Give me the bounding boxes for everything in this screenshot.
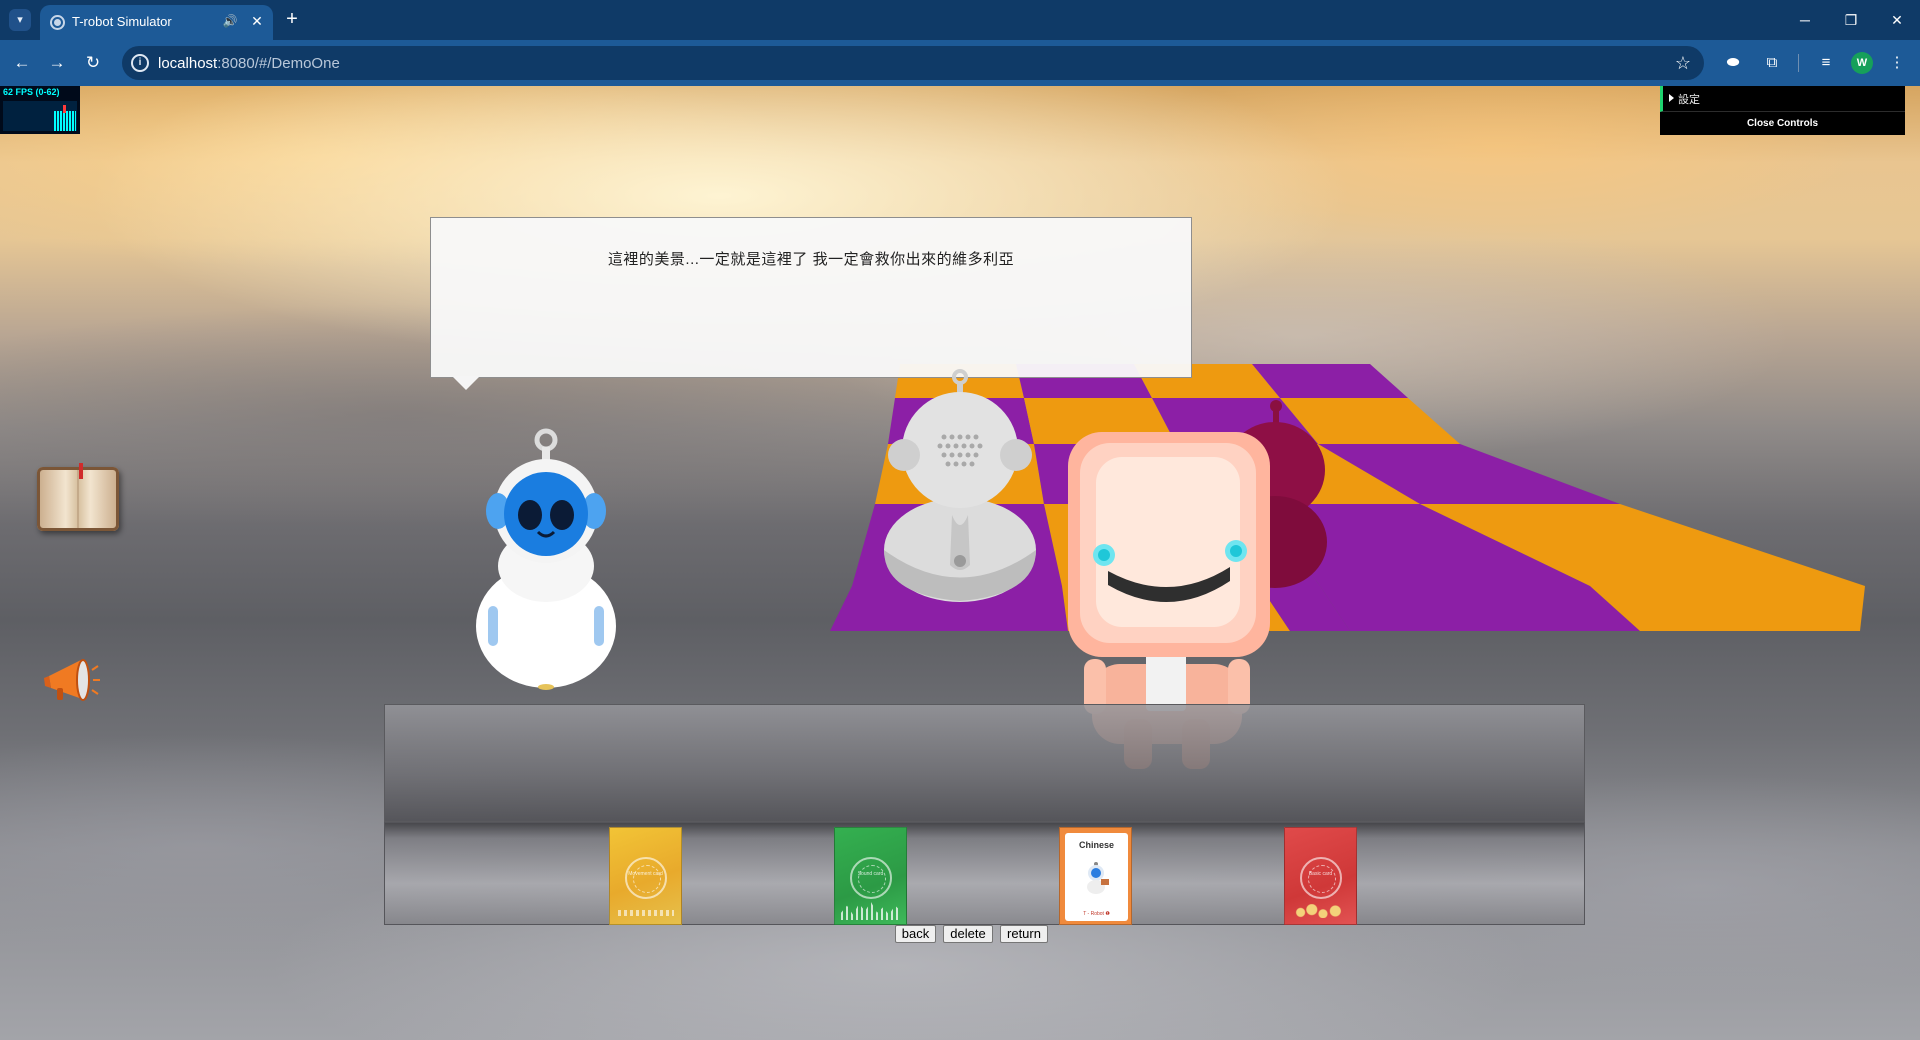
return-button[interactable]: return: [1000, 925, 1048, 943]
fps-graph: [3, 101, 77, 131]
megaphone-icon[interactable]: [43, 656, 103, 706]
card-red[interactable]: Basic card: [1284, 827, 1357, 925]
menu-icon[interactable]: ⋮: [1885, 51, 1909, 75]
minimize-icon[interactable]: ─: [1782, 0, 1828, 40]
card-title: Chinese: [1078, 840, 1114, 850]
tab-title: T-robot Simulator: [72, 14, 172, 29]
board-tile: [1590, 586, 1865, 631]
star-icon[interactable]: ☆: [1672, 52, 1694, 74]
globe-icon: [50, 15, 65, 30]
media-icon[interactable]: ≡: [1814, 51, 1838, 75]
card-label: Movement card: [628, 871, 663, 877]
avatar[interactable]: W: [1851, 52, 1873, 74]
tab-t-robot-simulator[interactable]: T-robot Simulator 🔊 ✕: [40, 5, 273, 40]
speech-bubble: 這裡的美景...一定就是這裡了 我一定會救你出來的維多利亞: [430, 217, 1192, 390]
address-bar[interactable]: i localhost:8080/#/DemoOne ☆: [122, 46, 1704, 80]
site-info-icon[interactable]: i: [131, 54, 149, 72]
plus-icon[interactable]: +: [281, 9, 303, 31]
board-tile: [1420, 504, 1865, 586]
robot-icon: [1087, 862, 1109, 894]
board-tile: [1320, 586, 1640, 631]
browser-toolbar: ← → ↻ i localhost:8080/#/DemoOne ☆ ⬬ ⧉ ≡…: [0, 40, 1920, 86]
board-tile: [1318, 444, 1620, 504]
restore-icon[interactable]: ❐: [1828, 0, 1874, 40]
speaker-icon[interactable]: 🔊: [222, 13, 238, 29]
delete-button[interactable]: delete: [943, 925, 993, 943]
forward-arrow-icon[interactable]: →: [45, 51, 69, 75]
card-label: Sound card: [857, 871, 884, 877]
controls-panel: 設定 Close Controls: [1660, 86, 1905, 135]
speech-tail: [452, 376, 480, 390]
reload-icon[interactable]: ↻: [81, 51, 105, 75]
tab-strip: ▾ T-robot Simulator 🔊 ✕ + ─ ❐ ✕: [0, 0, 1920, 40]
settings-folder-label: 設定: [1678, 94, 1700, 106]
card-yellow[interactable]: Movement card: [609, 827, 682, 925]
card-green[interactable]: Sound card: [834, 827, 907, 925]
book-icon[interactable]: [37, 463, 119, 531]
card-chinese[interactable]: Chinese T - Robot ❶: [1059, 827, 1132, 925]
url-text[interactable]: localhost:8080/#/DemoOne: [158, 55, 340, 72]
simulator-canvas[interactable]: 62 FPS (0-62) 設定 Close Controls 這裡的美景...…: [0, 86, 1920, 1040]
close-icon[interactable]: ✕: [249, 13, 265, 29]
robot-grey[interactable]: [880, 365, 1040, 605]
fps-stats-panel[interactable]: 62 FPS (0-62): [0, 86, 80, 134]
settings-folder[interactable]: 設定: [1660, 86, 1905, 112]
shelf-top: [384, 704, 1585, 822]
robot-white-blue[interactable]: [470, 416, 620, 691]
back-arrow-icon[interactable]: ←: [10, 51, 34, 75]
back-button[interactable]: back: [895, 925, 936, 943]
card-shelf: Movement card Sound card Chinese T - Rob…: [384, 704, 1585, 925]
board-tile: [1260, 586, 1350, 631]
fps-readout: 62 FPS (0-62): [3, 87, 60, 97]
dialog-text: 這裡的美景...一定就是這裡了 我一定會救你出來的維多利亞: [607, 251, 1015, 268]
toolbar-separator: [1798, 54, 1799, 72]
caret-right-icon: [1669, 94, 1674, 102]
tab-search-icon[interactable]: ▾: [9, 9, 31, 31]
puzzle-icon[interactable]: ⧉: [1760, 51, 1784, 75]
card-label: Basic card: [1308, 871, 1333, 877]
card-footer: T - Robot ❶: [1083, 911, 1110, 917]
extension-icon[interactable]: ⬬: [1721, 51, 1745, 75]
shelf-tray: [384, 822, 1585, 925]
window-close-icon[interactable]: ✕: [1874, 0, 1920, 40]
close-controls-button[interactable]: Close Controls: [1660, 113, 1905, 135]
